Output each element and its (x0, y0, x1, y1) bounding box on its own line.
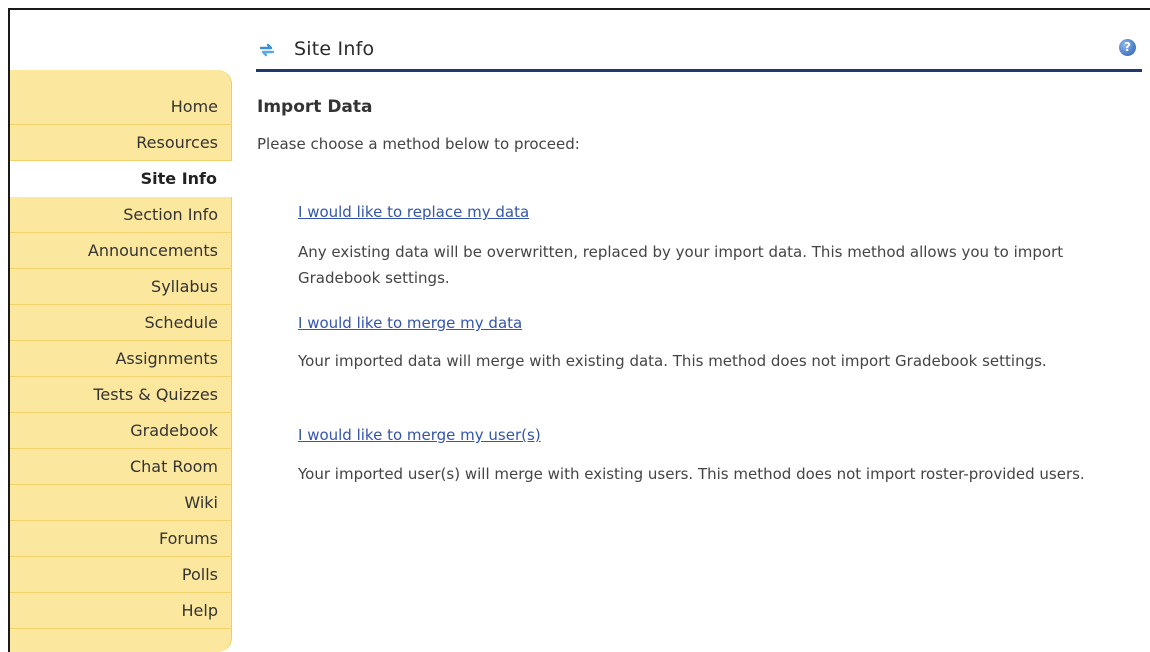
merge-users-link[interactable]: I would like to merge my user(s) (298, 426, 541, 444)
sidebar-item-chat-room[interactable]: Chat Room (10, 449, 232, 485)
sidebar-item-resources[interactable]: Resources (10, 125, 232, 161)
sidebar-item-gradebook[interactable]: Gradebook (10, 413, 232, 449)
sidebar-item-site-info[interactable]: Site Info (10, 161, 232, 197)
instruction-text: Please choose a method below to proceed: (257, 135, 580, 153)
sidebar-item-help[interactable]: Help (10, 593, 232, 629)
help-icon[interactable]: ? (1119, 39, 1136, 56)
sidebar-item-polls[interactable]: Polls (10, 557, 232, 593)
merge-data-link[interactable]: I would like to merge my data (298, 314, 522, 332)
sidebar-item-syllabus[interactable]: Syllabus (10, 269, 232, 305)
sidebar-item-wiki[interactable]: Wiki (10, 485, 232, 521)
reset-icon[interactable] (258, 41, 276, 59)
merge-data-description: Your imported data will merge with exist… (298, 352, 1047, 370)
sidebar-item-schedule[interactable]: Schedule (10, 305, 232, 341)
tool-menu: Home Resources Site Info Section Info An… (10, 89, 232, 629)
tool-title: Site Info (294, 38, 375, 60)
section-title: Import Data (257, 97, 373, 117)
replace-data-description: Any existing data will be overwritten, r… (298, 243, 1064, 287)
replace-data-link[interactable]: I would like to replace my data (298, 203, 529, 221)
sidebar-item-home[interactable]: Home (10, 89, 232, 125)
tool-header: Site Info ? (256, 30, 1142, 72)
sidebar-item-forums[interactable]: Forums (10, 521, 232, 557)
sidebar-item-section-info[interactable]: Section Info (10, 197, 232, 233)
reset-arrows-icon (259, 43, 275, 57)
merge-users-description: Your imported user(s) will merge with ex… (298, 465, 1085, 483)
sidebar-item-tests-quizzes[interactable]: Tests & Quizzes (10, 377, 232, 413)
sidebar-item-announcements[interactable]: Announcements (10, 233, 232, 269)
sidebar-item-assignments[interactable]: Assignments (10, 341, 232, 377)
